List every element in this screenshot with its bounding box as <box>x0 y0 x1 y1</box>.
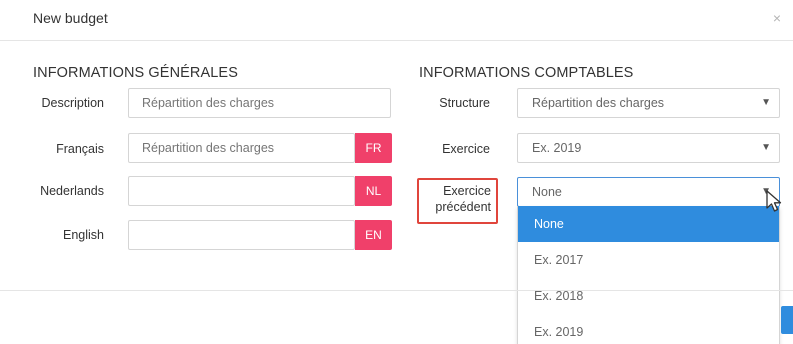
exercice-precedent-label: Exercice précédent <box>420 183 491 215</box>
exercice-precedent-dropdown: None Ex. 2017 Ex. 2018 Ex. 2019 <box>517 206 780 344</box>
lang-badge-en: EN <box>355 220 392 250</box>
lang-badge-nl: NL <box>355 176 392 206</box>
exercice-precedent-select-value: None <box>532 185 562 199</box>
footer-divider <box>0 290 793 291</box>
chevron-down-icon: ▼ <box>761 97 771 108</box>
structure-label: Structure <box>439 96 490 110</box>
nederlands-label: Nederlands <box>40 184 104 198</box>
dropdown-option-none[interactable]: None <box>518 206 779 242</box>
dropdown-option-ex-2019[interactable]: Ex. 2019 <box>518 314 779 344</box>
dropdown-option-ex-2018[interactable]: Ex. 2018 <box>518 278 779 314</box>
accounting-info-heading: INFORMATIONS COMPTABLES <box>419 65 634 81</box>
exercice-precedent-select[interactable]: None ▼ <box>517 177 780 207</box>
dropdown-option-ex-2017[interactable]: Ex. 2017 <box>518 242 779 278</box>
modal-title: New budget <box>33 10 108 26</box>
cursor-arrow-icon <box>766 190 782 212</box>
francais-label: Français <box>56 142 104 156</box>
english-input[interactable] <box>128 220 355 250</box>
exercice-precedent-label-line1: Exercice <box>443 184 491 198</box>
header-divider <box>0 40 793 41</box>
description-label: Description <box>41 96 104 110</box>
exercice-label: Exercice <box>442 142 490 156</box>
new-budget-modal: New budget × INFORMATIONS GÉNÉRALES Desc… <box>0 0 793 344</box>
close-icon[interactable]: × <box>773 11 781 25</box>
exercice-select-value: Ex. 2019 <box>532 141 582 155</box>
description-input[interactable] <box>128 88 391 118</box>
structure-select-value: Répartition des charges <box>532 96 665 110</box>
footer-action-button[interactable] <box>781 306 793 334</box>
nederlands-input[interactable] <box>128 176 355 206</box>
english-label: English <box>63 228 104 242</box>
general-info-heading: INFORMATIONS GÉNÉRALES <box>33 65 238 81</box>
exercice-select[interactable]: Ex. 2019 ▼ <box>517 133 780 163</box>
exercice-precedent-label-line2: précédent <box>435 200 491 214</box>
chevron-down-icon: ▼ <box>761 142 771 153</box>
lang-badge-fr: FR <box>355 133 392 163</box>
structure-select[interactable]: Répartition des charges ▼ <box>517 88 780 118</box>
francais-input[interactable] <box>128 133 355 163</box>
